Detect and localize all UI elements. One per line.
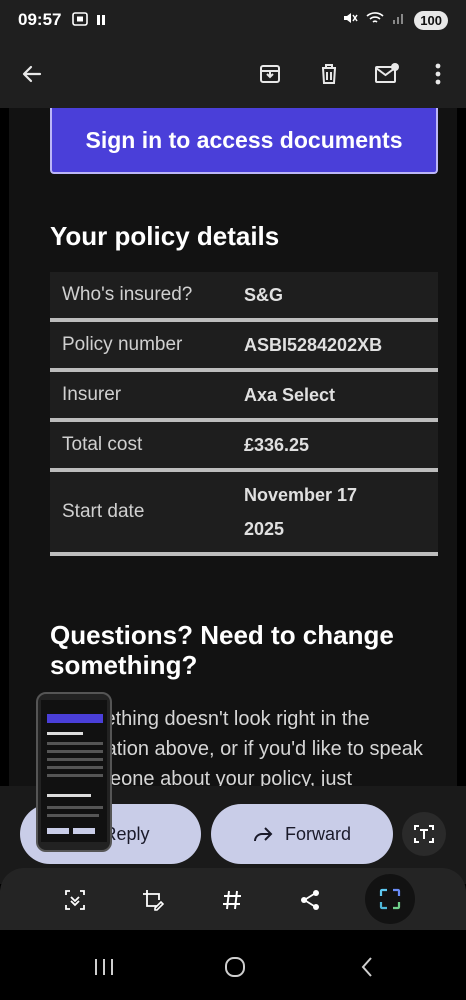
email-card: Sign in to access documents Your policy …	[9, 108, 457, 786]
mark-unread-button[interactable]	[369, 56, 405, 92]
home-icon	[225, 957, 245, 977]
row-value: S&G	[244, 285, 284, 305]
app-bar	[0, 40, 466, 108]
row-label: Policy number	[62, 334, 183, 355]
back-button[interactable]	[14, 56, 50, 92]
row-label: Total cost	[62, 434, 143, 455]
row-label: Start date	[62, 501, 145, 522]
row-value: November 17 2025	[244, 485, 358, 539]
row-value: £336.25	[244, 435, 310, 455]
wifi-icon	[366, 11, 384, 30]
tag-button[interactable]	[212, 880, 252, 920]
row-label: Insurer	[62, 384, 122, 405]
hashtag-icon	[223, 890, 241, 910]
questions-heading: Questions? Need to change something?	[50, 620, 394, 680]
battery-indicator: 100	[414, 11, 448, 30]
table-row: Policy number ASBI5284202XB	[50, 322, 438, 372]
home-button[interactable]	[220, 954, 250, 980]
mail-unread-icon	[375, 63, 399, 83]
ai-select-button[interactable]	[365, 874, 415, 924]
screen-record-icon	[72, 12, 88, 31]
forward-label: Forward	[284, 823, 351, 844]
table-row: Total cost £336.25	[50, 422, 438, 472]
crop-edit-button[interactable]	[133, 880, 173, 920]
share-icon	[301, 890, 319, 910]
row-value: Axa Select	[244, 385, 336, 405]
sign-in-button[interactable]: Sign in to access documents	[50, 108, 438, 174]
status-bar: 09:57 100	[0, 0, 466, 40]
archive-button[interactable]	[252, 56, 288, 92]
share-button[interactable]	[290, 880, 330, 920]
back-nav-button[interactable]	[352, 954, 382, 980]
crop-edit-icon	[143, 890, 165, 911]
row-label: Who's insured?	[62, 284, 193, 305]
pause-icon	[96, 13, 106, 31]
delete-button[interactable]	[311, 56, 347, 92]
signal-icon	[392, 11, 406, 30]
screenshot-thumbnail[interactable]	[36, 692, 112, 852]
table-row: Who's insured? S&G	[50, 272, 438, 322]
policy-table: Who's insured? S&G Policy number ASBI528…	[50, 272, 438, 556]
smart-select-icon	[379, 888, 401, 910]
extract-text-button[interactable]	[402, 812, 446, 856]
policy-heading: Your policy details	[50, 221, 280, 251]
status-time: 09:57	[18, 10, 62, 29]
forward-icon	[253, 827, 273, 842]
mute-icon	[342, 10, 358, 31]
forward-button[interactable]: Forward	[211, 804, 393, 864]
screenshot-toolbar	[0, 868, 466, 930]
row-value: ASBI5284202XB	[244, 335, 383, 355]
system-nav-bar	[0, 930, 466, 1000]
table-row: Insurer Axa Select	[50, 372, 438, 422]
recent-apps-button[interactable]	[89, 954, 119, 980]
text-extract-icon	[414, 825, 434, 843]
scroll-capture-icon	[65, 890, 85, 910]
more-vert-icon	[435, 63, 441, 85]
email-body[interactable]: Sign in to access documents Your policy …	[0, 108, 466, 786]
back-arrow-icon	[22, 65, 42, 83]
archive-icon	[260, 65, 280, 83]
more-options-button[interactable]	[420, 56, 456, 92]
table-row: Start date November 17 2025	[50, 472, 438, 556]
recent-apps-icon	[95, 959, 113, 975]
chevron-left-icon	[361, 957, 372, 977]
thumb-button-preview	[47, 714, 103, 723]
trash-icon	[322, 64, 336, 84]
scroll-capture-button[interactable]	[55, 880, 95, 920]
